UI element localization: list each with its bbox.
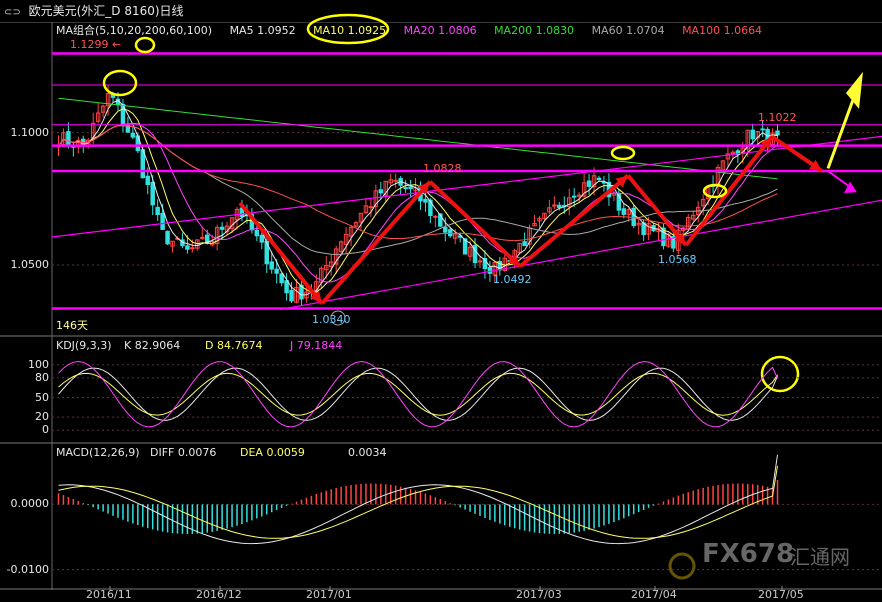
projection-arrow-down <box>827 170 851 188</box>
candle <box>274 268 279 274</box>
price-annotation: 1.0492 <box>493 273 532 287</box>
kdj-tick-label: 100 <box>28 357 49 371</box>
macd-title: MACD(12,26,9) <box>56 446 140 459</box>
candle <box>586 180 592 187</box>
candle <box>775 130 780 136</box>
upper-channel-line <box>51 135 882 238</box>
period-length-label: 146天 <box>56 319 88 332</box>
candle <box>219 226 225 230</box>
highlight-ellipse <box>102 69 138 97</box>
candle <box>66 131 71 145</box>
price-annotation: 1.0568 <box>658 253 697 267</box>
watermark-logo-cn: 汇通网 <box>790 545 850 569</box>
highlight-ellipse <box>306 13 390 45</box>
x-axis-date-label: 2017/03 <box>516 588 562 601</box>
candle <box>200 236 205 239</box>
projection-arrow-up <box>826 91 858 169</box>
kdj-tick-label: 80 <box>35 370 49 384</box>
candle <box>552 204 557 207</box>
kdj-d-value: D 84.7674 <box>205 339 263 352</box>
candle <box>447 229 453 237</box>
candle <box>368 206 374 209</box>
kdj-k-line <box>58 367 778 421</box>
price-chart[interactable] <box>0 0 882 602</box>
candle <box>289 289 294 302</box>
macd-dea-line <box>58 465 778 539</box>
projection-arrowhead-up <box>846 71 863 109</box>
candle <box>155 206 160 216</box>
candle <box>408 186 413 190</box>
candle <box>269 261 274 270</box>
candle <box>145 175 150 186</box>
x-axis-date-label: 2017/05 <box>758 588 804 601</box>
candle <box>165 230 170 245</box>
x-axis-date-label: 2016/12 <box>196 588 242 601</box>
candle <box>487 266 493 274</box>
candle <box>631 207 636 227</box>
kdj-k-value: K 82.9064 <box>124 339 181 352</box>
candle <box>576 194 582 197</box>
candle <box>185 245 190 250</box>
candle <box>279 273 284 284</box>
price-annotation: 1.1022 <box>758 110 797 124</box>
kdj-tick-label: 20 <box>35 410 49 424</box>
macd-tick-label: -0.0100 <box>6 562 49 576</box>
candle <box>571 195 577 198</box>
candle <box>621 208 627 215</box>
candle <box>557 204 562 209</box>
price-tick-label: 1.1000 <box>10 125 50 139</box>
highlight-ellipse <box>134 36 156 54</box>
kdj-j-value: J 79.1844 <box>290 339 343 352</box>
candle <box>596 177 602 181</box>
macd-histogram-value: 0.0034 <box>348 446 387 459</box>
watermark-emblem <box>668 552 696 580</box>
trend-arrow <box>626 174 688 247</box>
candle <box>760 128 765 131</box>
x-axis-date-label: 2016/11 <box>86 588 132 601</box>
candle <box>522 241 527 247</box>
kdj-title: KDJ(9,3,3) <box>56 339 112 352</box>
candle <box>378 189 384 194</box>
candle <box>477 260 483 263</box>
price-annotation: 1.1299 ← <box>70 37 122 51</box>
kdj-tick-label: 0 <box>42 423 49 437</box>
candle <box>403 187 408 190</box>
candle <box>130 132 136 138</box>
candle <box>190 247 195 250</box>
trend-arrow <box>238 201 324 305</box>
macd-diff-line <box>58 454 778 545</box>
macd-tick-label: 0.0000 <box>10 497 50 511</box>
candle <box>254 229 260 237</box>
price-tick-label: 1.0500 <box>10 258 50 272</box>
candle <box>423 198 428 203</box>
price-annotation: 1.0828 <box>423 162 462 176</box>
candle <box>284 280 289 294</box>
watermark-logo: FX678 <box>702 539 795 569</box>
ma200-line <box>58 97 778 180</box>
candle <box>443 226 448 233</box>
candle <box>150 181 155 206</box>
highlight-ellipse <box>610 145 636 161</box>
candle <box>160 212 165 230</box>
kdj-tick-label: 50 <box>35 390 49 404</box>
macd-dea-value: DEA 0.0059 <box>240 446 305 459</box>
candle <box>259 234 265 243</box>
macd-diff-value: DIFF 0.0076 <box>150 446 217 459</box>
x-axis-date-label: 2017/04 <box>631 588 677 601</box>
candle <box>750 129 755 140</box>
x-axis-date-label: 2017/01 <box>306 588 352 601</box>
trend-arrow <box>684 135 774 247</box>
price-annotation: 1.0340 <box>312 313 351 327</box>
